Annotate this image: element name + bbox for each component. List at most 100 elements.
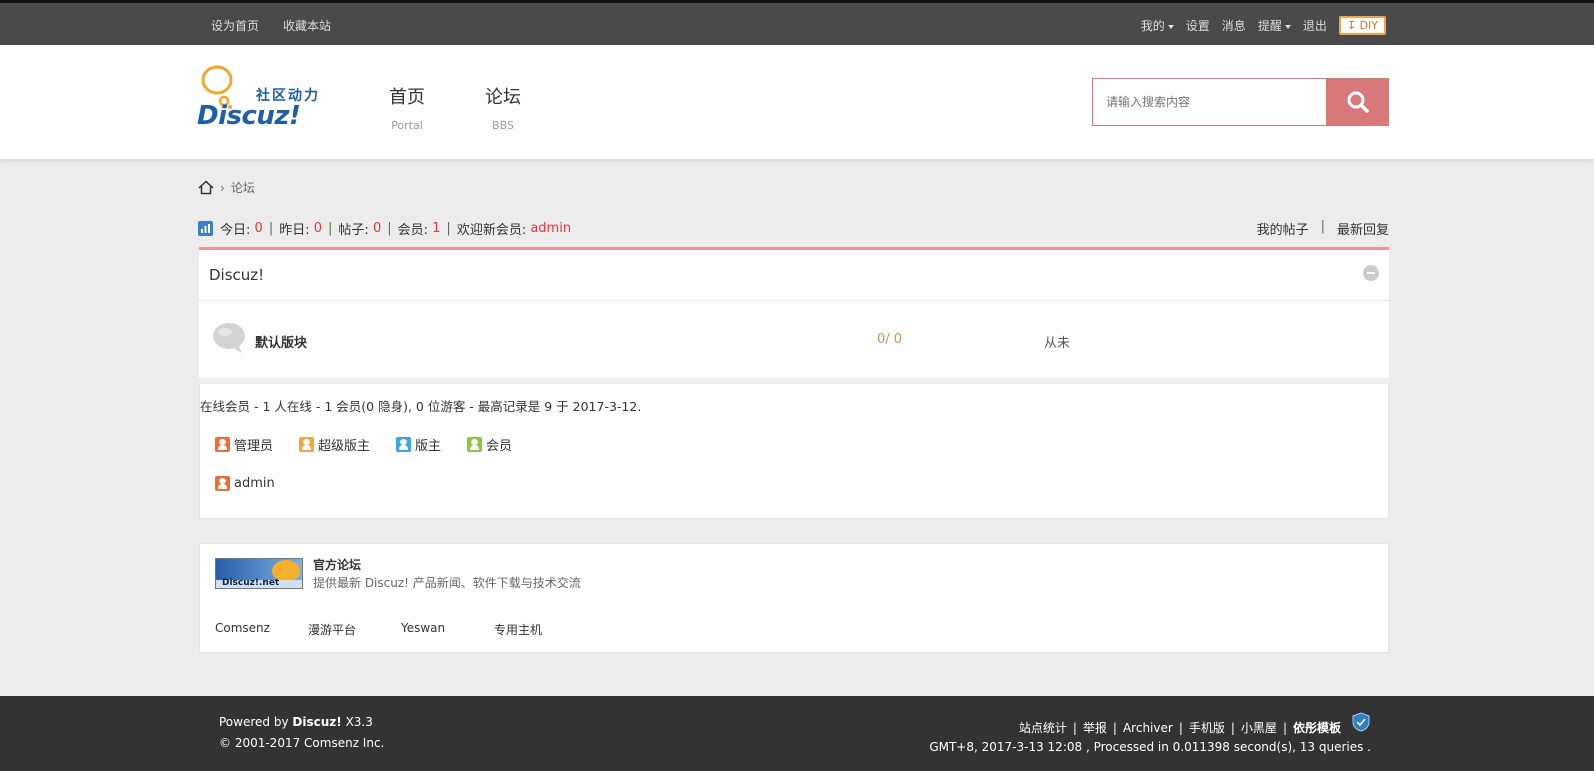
discuz-banner-link[interactable]: Discuz!.net xyxy=(215,558,303,589)
welcome-label: 欢迎新会员: xyxy=(456,223,527,238)
forum-counts: 0/ 0 xyxy=(877,332,903,347)
divider: | xyxy=(1320,219,1325,234)
forum-bubble-icon xyxy=(213,323,245,353)
footer-link-archiver[interactable]: Archiver xyxy=(1123,721,1173,735)
search-button[interactable] xyxy=(1327,78,1389,126)
divider: | xyxy=(328,221,333,236)
top-bar: 设为首页 收藏本站 我的 设置 消息 提醒 退出 ↧ DIY xyxy=(0,0,1594,45)
user-icon xyxy=(215,437,230,452)
forum-name-link[interactable]: 默认版块 xyxy=(255,332,307,351)
nav-portal[interactable]: 首页 Portal xyxy=(389,83,425,132)
nav-portal-sub: Portal xyxy=(391,119,423,132)
search-input[interactable] xyxy=(1093,79,1326,125)
copyright-text: © 2001-2017 Comsenz Inc. xyxy=(219,736,385,750)
chevron-down-icon xyxy=(1284,24,1291,29)
link-manyou[interactable]: 漫游平台 xyxy=(308,621,401,638)
user-icon xyxy=(467,437,483,452)
divider: | xyxy=(1282,720,1287,735)
user-icon xyxy=(215,476,230,491)
my-menu-label: 我的 xyxy=(1140,19,1165,33)
online-member-admin[interactable]: admin xyxy=(215,476,275,491)
banner-text: Discuz!.net xyxy=(222,578,280,588)
friend-links-panel: Discuz!.net 官方论坛 提供最新 Discuz! 产品新闻、软件下载与… xyxy=(199,543,1389,653)
powered-version: X3.3 xyxy=(345,715,373,729)
home-icon[interactable] xyxy=(198,180,214,195)
site-footer: Powered by Discuz! X3.3 © 2001-2017 Coms… xyxy=(0,696,1594,771)
breadcrumb-current[interactable]: 论坛 xyxy=(231,179,255,196)
divider: | xyxy=(446,221,451,236)
footer-link-mobile[interactable]: 手机版 xyxy=(1189,719,1225,736)
search-box xyxy=(1092,78,1327,126)
logo-wordmark: Discuz! xyxy=(197,101,301,131)
search-icon xyxy=(1347,91,1369,113)
powered-name-link[interactable]: Discuz! xyxy=(292,715,341,729)
breadcrumb-separator-icon: › xyxy=(220,180,225,195)
link-hosting[interactable]: 专用主机 xyxy=(494,621,587,638)
set-homepage-link[interactable]: 设为首页 xyxy=(211,17,259,34)
divider: | xyxy=(387,221,392,236)
my-posts-link[interactable]: 我的帖子 xyxy=(1257,219,1309,238)
powered-prefix: Powered by xyxy=(219,715,289,729)
posts-count: 0 xyxy=(372,221,382,236)
today-label: 今日: xyxy=(220,223,251,238)
nav-bbs-sub: BBS xyxy=(492,119,514,132)
legend-label: 版主 xyxy=(415,439,442,454)
footer-link-blacklist[interactable]: 小黑屋 xyxy=(1241,719,1277,736)
legend-label: 超级版主 xyxy=(318,439,371,454)
notifications-menu[interactable]: 提醒 xyxy=(1258,17,1291,34)
legend-item-super-moderator: 超级版主 xyxy=(299,435,370,454)
forum-stats: 今日: 0 | 昨日: 0 | 帖子: 0 | 会员: 1 | 欢迎新会员: a… xyxy=(198,219,571,238)
nav-bbs-label: 论坛 xyxy=(485,87,521,108)
newest-member-link[interactable]: admin xyxy=(530,221,571,236)
user-icon xyxy=(299,437,315,452)
legend-item-moderator: 版主 xyxy=(396,435,441,454)
logout-link[interactable]: 退出 xyxy=(1303,17,1327,34)
diy-button[interactable]: ↧ DIY xyxy=(1338,16,1386,35)
top-bar-left: 设为首页 收藏本站 xyxy=(211,17,331,34)
member-legend: 管理员 超级版主 版主 会员 xyxy=(215,435,512,454)
today-count: 0 xyxy=(254,221,263,236)
yesterday-label: 昨日: xyxy=(279,223,310,238)
footer-link-stats[interactable]: 站点统计 xyxy=(1019,719,1067,736)
collapse-icon[interactable] xyxy=(1363,265,1379,281)
shield-icon[interactable] xyxy=(1352,712,1370,732)
footer-link-template[interactable]: 依彤模板 xyxy=(1293,719,1341,736)
nav-portal-label: 首页 xyxy=(389,87,425,108)
legend-label: 会员 xyxy=(486,439,513,454)
legend-item-member: 会员 xyxy=(467,435,512,454)
forum-group-title[interactable]: Discuz! xyxy=(209,266,264,284)
footer-link-report[interactable]: 举报 xyxy=(1083,719,1107,736)
forum-group-header: Discuz! xyxy=(199,250,1389,301)
link-comsenz[interactable]: Comsenz xyxy=(215,621,308,638)
divider: | xyxy=(1112,720,1117,735)
members-count: 1 xyxy=(432,221,441,236)
forum-group: Discuz! 默认版块 0/ 0 从未 xyxy=(199,247,1389,378)
bookmark-site-link[interactable]: 收藏本站 xyxy=(283,17,331,34)
online-summary[interactable]: 在线会员 - 1 人在线 - 1 会员(0 隐身), 0 位游客 - 最高记录是… xyxy=(200,396,641,415)
chevron-down-icon xyxy=(1167,24,1174,29)
divider: | xyxy=(1072,720,1077,735)
latest-replies-link[interactable]: 最新回复 xyxy=(1337,219,1389,238)
chart-icon xyxy=(198,221,213,236)
forum-last-post: 从未 xyxy=(1044,336,1071,351)
text-links: Comsenz 漫游平台 Yeswan 专用主机 xyxy=(215,621,587,638)
yesterday-count: 0 xyxy=(313,221,323,236)
my-menu[interactable]: 我的 xyxy=(1141,17,1174,34)
nav-bbs[interactable]: 论坛 BBS xyxy=(485,83,521,132)
link-yeswan[interactable]: Yeswan xyxy=(401,621,494,638)
settings-link[interactable]: 设置 xyxy=(1186,17,1210,34)
divider: | xyxy=(1230,720,1235,735)
online-members-panel: 在线会员 - 1 人在线 - 1 会员(0 隐身), 0 位游客 - 最高记录是… xyxy=(199,384,1389,519)
posts-label: 帖子: xyxy=(338,223,369,238)
diy-label: DIY xyxy=(1359,19,1378,32)
top-bar-right: 我的 设置 消息 提醒 退出 ↧ DIY xyxy=(1141,16,1386,35)
messages-link[interactable]: 消息 xyxy=(1222,17,1246,34)
legend-label: 管理员 xyxy=(234,439,274,454)
members-label: 会员: xyxy=(397,223,428,238)
site-header: 社区动力 Discuz! 首页 Portal 论坛 BBS xyxy=(0,45,1594,159)
site-logo[interactable]: 社区动力 Discuz! xyxy=(197,63,338,135)
official-forum-title[interactable]: 官方论坛 xyxy=(313,556,361,573)
stats-right-links: 我的帖子 | 最新回复 xyxy=(1257,219,1389,238)
notifications-label: 提醒 xyxy=(1257,19,1282,33)
online-member-name: admin xyxy=(234,476,275,491)
